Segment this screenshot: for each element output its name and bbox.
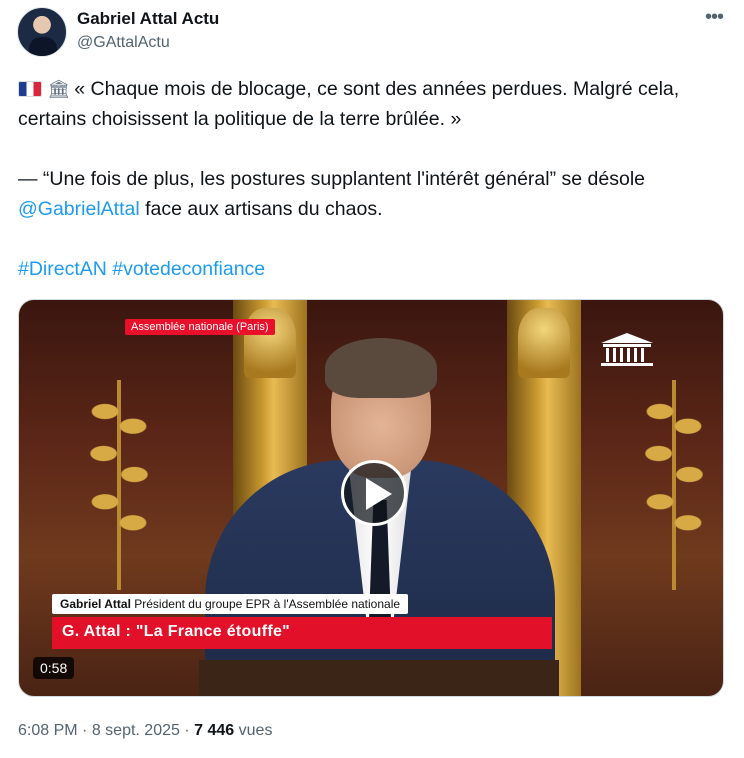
- author-name[interactable]: Gabriel Attal Actu: [77, 9, 219, 29]
- author-avatar[interactable]: [17, 7, 67, 57]
- tweet-time[interactable]: 6:08 PM: [18, 722, 78, 739]
- speaker-title: Président du groupe EPR à l'Assemblée na…: [134, 597, 401, 611]
- laurel-ornament-right: [639, 380, 709, 590]
- tweet-card: Gabriel Attal Actu @GAttalActu ••• 🏛 « Ch…: [0, 0, 744, 758]
- tweet-text-body: — “Une fois de plus, les postures suppla…: [18, 164, 728, 224]
- hashtag-directan[interactable]: #DirectAN: [18, 258, 107, 280]
- flag-france-icon: [18, 81, 42, 97]
- assemblee-nationale-logo-icon: [601, 333, 653, 366]
- tweet-hashtags: #DirectAN #votedeconfiance: [18, 254, 728, 284]
- meta-separator: ·: [82, 722, 88, 739]
- caryatid-right: [518, 308, 570, 378]
- mention-link[interactable]: @GabrielAttal: [18, 198, 140, 220]
- speaker-caption: Gabriel Attal Président du groupe EPR à …: [52, 594, 409, 614]
- body-text-before: — “Une fois de plus, les postures suppla…: [18, 168, 645, 190]
- views-label: vues: [238, 722, 273, 739]
- location-badge: Assemblée nationale (Paris): [125, 319, 275, 335]
- tweet-date[interactable]: 8 sept. 2025: [92, 722, 180, 739]
- play-icon: [366, 478, 392, 510]
- author-handle[interactable]: @GAttalActu: [77, 34, 170, 52]
- play-button[interactable]: [341, 460, 407, 526]
- hashtag-votedeconfiance[interactable]: #votedeconfiance: [112, 258, 265, 280]
- video-duration: 0:58: [33, 657, 75, 679]
- speaker-hair: [325, 338, 437, 398]
- views-count[interactable]: 7 446: [194, 722, 234, 739]
- tweet-text-quote: 🏛 « Chaque mois de blocage, ce sont des a…: [18, 74, 728, 134]
- laurel-ornament-left: [84, 380, 154, 590]
- meta-separator: ·: [184, 722, 190, 739]
- lectern: [199, 660, 559, 696]
- speaker-name: Gabriel Attal: [60, 597, 131, 611]
- tweet-meta: 6:08 PM · 8 sept. 2025 · 7 446 vues: [18, 722, 272, 740]
- body-text-after: face aux artisans du chaos.: [139, 198, 383, 220]
- quote-text: « Chaque mois de blocage, ce sont des an…: [18, 78, 680, 130]
- video-player[interactable]: Assemblée nationale (Paris) Gabriel Atta…: [18, 299, 724, 697]
- government-building-icon: 🏛: [47, 79, 71, 99]
- more-options-icon[interactable]: •••: [705, 6, 724, 29]
- video-headline: G. Attal : "La France étouffe": [52, 617, 552, 649]
